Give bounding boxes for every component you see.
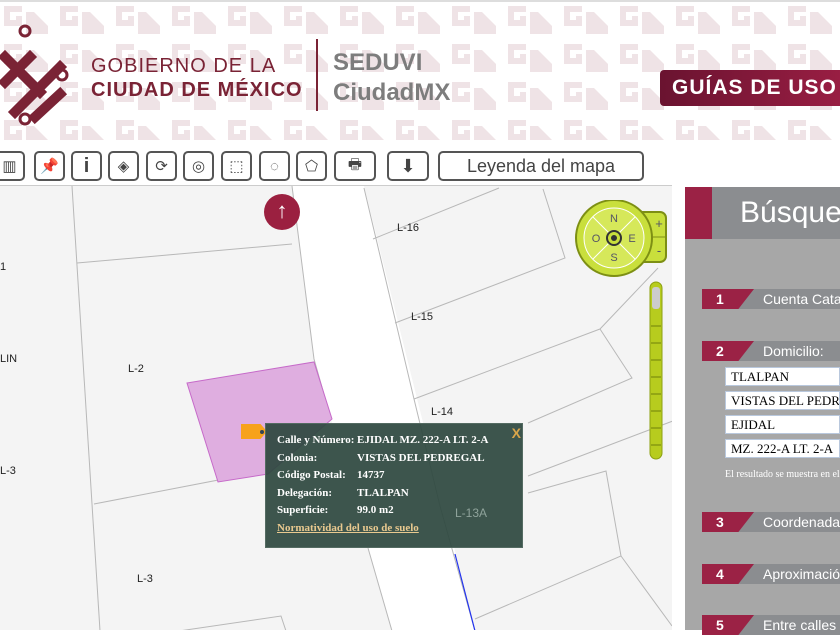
agency-name: SEDUVI CiudadMX xyxy=(333,49,451,106)
map-legend-button[interactable]: Leyenda del mapa xyxy=(438,151,644,181)
print-icon[interactable]: 🖶 xyxy=(334,151,376,181)
measure-icon[interactable]: ▥ xyxy=(0,151,25,181)
map-label: 1 xyxy=(0,261,7,273)
map-label: L-2 xyxy=(128,363,144,375)
polygon-select-icon[interactable]: ⬠ xyxy=(296,151,327,181)
gov-name: GOBIERNO DE LA CIUDAD DE MÉXICO xyxy=(91,55,303,101)
pan-compass[interactable]: N S E O + - xyxy=(574,200,670,280)
map-canvas[interactable]: 1 LIN L-3 L-2 L-3 L-16 L-15 L-14 ↑ N S E… xyxy=(0,185,672,630)
zoom-slider[interactable] xyxy=(649,281,663,461)
panel-title: Búsqueda xyxy=(685,187,840,239)
popup-row: Delegación: TLALPAN xyxy=(277,486,409,499)
step-coordenadas[interactable]: 3 Coordenadas xyxy=(702,512,840,532)
cdmx-logo-icon xyxy=(0,24,69,126)
step-domicilio[interactable]: 2 Domicilio: xyxy=(702,341,840,361)
pan-north[interactable]: N xyxy=(610,213,618,225)
rect-select-icon[interactable]: ⬚ xyxy=(221,151,252,181)
delegacion-field[interactable]: TLALPAN xyxy=(725,367,840,386)
site-header: GOBIERNO DE LA CIUDAD DE MÉXICO SEDUVI C… xyxy=(0,0,840,140)
map-label: L-3 xyxy=(0,465,16,477)
pan-west[interactable]: O xyxy=(592,233,601,245)
refresh-icon[interactable]: ⟳ xyxy=(146,151,177,181)
parcel-info-popup: Calle y Número: EJIDAL MZ. 222-A LT. 2-A … xyxy=(265,423,523,548)
locate-icon[interactable]: ◎ xyxy=(183,151,214,181)
logo-divider xyxy=(316,39,318,111)
popup-row: Colonia: VISTAS DEL PEDREGAL xyxy=(277,451,485,464)
popup-row: Calle y Número: EJIDAL MZ. 222-A LT. 2-A xyxy=(277,434,489,446)
map-label: L-3 xyxy=(137,573,153,585)
guides-button[interactable]: GUÍAS DE USO xyxy=(660,70,840,106)
info-icon[interactable]: i xyxy=(71,151,102,181)
map-label: L-16 xyxy=(397,222,420,234)
pan-east[interactable]: E xyxy=(628,233,635,245)
north-arrow-icon: ↑ xyxy=(264,194,300,230)
zoom-in-button[interactable]: + xyxy=(655,216,663,231)
zoom-out-button[interactable]: - xyxy=(657,243,661,258)
download-icon[interactable]: ⬇ xyxy=(387,151,429,181)
map-label: L-15 xyxy=(411,311,434,323)
circle-select-icon[interactable]: ◌ xyxy=(259,151,290,181)
step-aproximacion[interactable]: 4 Aproximación xyxy=(702,564,840,584)
search-panel: Búsqueda 1Cuenta Catastral 2Domicilio: T… xyxy=(685,187,840,635)
step-cuenta-catastral[interactable]: 1Cuenta Catastral xyxy=(702,289,840,309)
popup-row: Código Postal: 14737 xyxy=(277,469,385,481)
result-note: El resultado se muestra en el mapa xyxy=(725,469,840,480)
popup-close-button[interactable]: X xyxy=(512,425,521,441)
map-label: L-14 xyxy=(431,406,454,418)
numero-field[interactable]: MZ. 222-A LT. 2-A xyxy=(725,439,840,458)
step-entre-calles[interactable]: 5 Entre calles xyxy=(702,615,840,635)
pan-south[interactable]: S xyxy=(610,252,617,264)
zoom-slider-handle xyxy=(652,287,660,309)
colonia-field[interactable]: VISTAS DEL PEDREGAL xyxy=(725,391,840,410)
map-toolbar: ▥ 📌 i ◈ ⟳ ◎ ⬚ ◌ ⬠ 🖶 ⬇ Leyenda del mapa xyxy=(0,150,680,182)
land-use-link[interactable]: Normatividad del uso de suelo xyxy=(277,522,419,540)
map-label: LIN xyxy=(0,353,18,365)
parcel-lines xyxy=(71,186,672,630)
calle-field[interactable]: EJIDAL xyxy=(725,415,840,434)
layers-icon[interactable]: ◈ xyxy=(108,151,139,181)
pushpin-icon[interactable]: 📌 xyxy=(34,151,65,181)
map-label: L-13A xyxy=(455,506,488,520)
